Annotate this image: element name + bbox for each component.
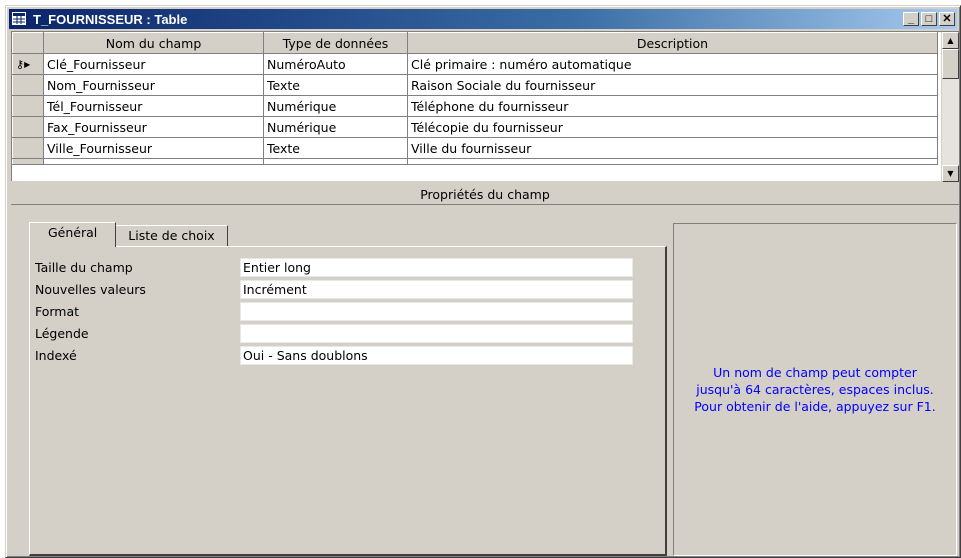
maximize-button[interactable]: □ — [921, 12, 937, 26]
table-icon — [12, 12, 28, 26]
caption-input[interactable] — [240, 323, 633, 343]
property-label: Nouvelles valeurs — [35, 281, 146, 297]
tab-lookup[interactable]: Liste de choix — [115, 225, 228, 247]
property-label: Légende — [35, 325, 89, 341]
table-row-empty — [12, 158, 938, 165]
field-type-cell[interactable]: NuméroAuto — [263, 53, 408, 75]
field-description-cell[interactable]: Ville du fournisseur — [407, 137, 938, 159]
property-label: Format — [35, 303, 80, 319]
table-row: Fax_Fournisseur Numérique Télécopie du f… — [12, 116, 938, 138]
property-row: Format — [30, 301, 635, 321]
row-selector[interactable] — [12, 95, 44, 117]
vertical-scrollbar[interactable]: ▲ ▼ — [941, 32, 959, 182]
table-row: Ville_Fournisseur Texte Ville du fournis… — [12, 137, 938, 159]
properties-tabs: Général Liste de choix — [27, 222, 228, 247]
field-type-cell[interactable]: Texte — [263, 137, 408, 159]
column-header-type[interactable]: Type de données — [263, 32, 408, 54]
field-description-cell[interactable] — [407, 158, 938, 165]
title-bar[interactable]: T_FOURNISSEUR : Table _ □ ✕ — [9, 9, 957, 29]
field-name-cell[interactable]: Tél_Fournisseur — [43, 95, 264, 117]
field-description-cell[interactable]: Télécopie du fournisseur — [407, 116, 938, 138]
field-name-cell[interactable] — [43, 158, 264, 165]
window-title: T_FOURNISSEUR : Table — [33, 11, 188, 27]
arrow-up-icon: ▲ — [947, 36, 954, 45]
row-selector[interactable]: ⚷ ▶ — [12, 53, 44, 75]
field-description-cell[interactable]: Téléphone du fournisseur — [407, 95, 938, 117]
help-text: Un nom de champ peut compter jusqu'à 64 … — [694, 365, 936, 414]
field-size-input[interactable]: Entier long — [240, 257, 633, 277]
property-row: Taille du champ Entier long — [30, 257, 635, 277]
table-design-window: T_FOURNISSEUR : Table _ □ ✕ Nom du champ… — [5, 5, 961, 558]
field-name-cell[interactable]: Clé_Fournisseur — [43, 53, 264, 75]
minimize-button[interactable]: _ — [903, 12, 919, 26]
current-row-arrow-icon: ▶ — [24, 59, 31, 69]
general-properties-panel: Taille du champ Entier long Nouvelles va… — [29, 246, 667, 556]
property-label: Indexé — [35, 347, 77, 363]
field-name-cell[interactable]: Fax_Fournisseur — [43, 116, 264, 138]
new-values-input[interactable]: Incrément — [240, 279, 633, 299]
table-row: Nom_Fournisseur Texte Raison Sociale du … — [12, 74, 938, 96]
primary-key-icon: ⚷ — [16, 57, 25, 71]
row-selector[interactable] — [12, 158, 44, 165]
arrow-down-icon: ▼ — [947, 169, 954, 178]
property-row: Légende — [30, 323, 635, 343]
close-icon: ✕ — [942, 12, 952, 25]
format-input[interactable] — [240, 301, 633, 321]
property-label: Taille du champ — [35, 259, 133, 275]
field-type-cell[interactable]: Numérique — [263, 116, 408, 138]
field-type-cell[interactable] — [263, 158, 408, 165]
indexed-input[interactable]: Oui - Sans doublons — [240, 345, 633, 365]
tab-general[interactable]: Général — [29, 222, 117, 247]
column-header-name[interactable]: Nom du champ — [43, 32, 264, 54]
scroll-up-button[interactable]: ▲ — [942, 32, 959, 49]
field-name-cell[interactable]: Ville_Fournisseur — [43, 137, 264, 159]
property-row: Indexé Oui - Sans doublons — [30, 345, 635, 365]
field-name-cell[interactable]: Nom_Fournisseur — [43, 74, 264, 96]
row-selector[interactable] — [12, 74, 44, 96]
row-selector[interactable] — [12, 116, 44, 138]
scroll-thumb[interactable] — [942, 49, 959, 79]
maximize-icon: □ — [925, 12, 933, 25]
field-description-cell[interactable]: Raison Sociale du fournisseur — [407, 74, 938, 96]
column-header-description[interactable]: Description — [407, 32, 938, 54]
table-row: Tél_Fournisseur Numérique Téléphone du f… — [12, 95, 938, 117]
close-button[interactable]: ✕ — [939, 12, 955, 26]
table-row: ⚷ ▶ Clé_Fournisseur NuméroAuto Clé prima… — [12, 53, 938, 75]
header-corner[interactable] — [12, 32, 44, 54]
field-type-cell[interactable]: Numérique — [263, 95, 408, 117]
field-table: Nom du champ Type de données Description… — [12, 32, 938, 165]
field-description-cell[interactable]: Clé primaire : numéro automatique — [407, 53, 938, 75]
header-row: Nom du champ Type de données Description — [12, 32, 938, 54]
field-properties-header: Propriétés du champ — [11, 184, 959, 205]
minimize-icon: _ — [907, 12, 915, 25]
property-row: Nouvelles valeurs Incrément — [30, 279, 635, 299]
row-selector[interactable] — [12, 137, 44, 159]
field-grid: Nom du champ Type de données Description… — [11, 31, 959, 182]
scroll-down-button[interactable]: ▼ — [942, 165, 959, 182]
field-type-cell[interactable]: Texte — [263, 74, 408, 96]
help-panel: Un nom de champ peut compter jusqu'à 64 … — [673, 223, 957, 556]
